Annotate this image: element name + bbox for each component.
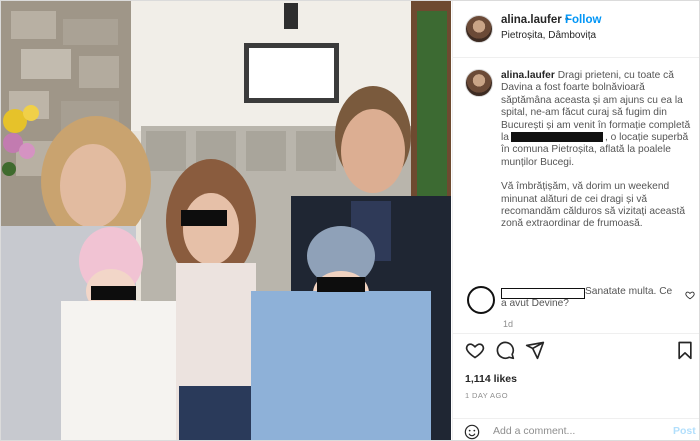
- post-actions: [453, 333, 699, 368]
- comment-icon[interactable]: [495, 340, 515, 360]
- instagram-post: alina.laufer • Follow Pietroșita, Dâmbov…: [0, 0, 700, 441]
- caption-paragraph-2: Vă îmbrățișăm, vă dorim un weekend minun…: [501, 181, 686, 230]
- caption-text: alina.laufer Dragi prieteni, cu toate că …: [501, 70, 693, 231]
- post-photo[interactable]: [1, 1, 451, 440]
- location-link[interactable]: Pietroșita, Dâmbovița: [501, 30, 596, 41]
- post-caption: alina.laufer Dragi prieteni, cu toate că …: [453, 63, 699, 329]
- post-time: 1 DAY AGO: [465, 391, 508, 400]
- author-avatar[interactable]: [465, 15, 493, 43]
- commenter-avatar[interactable]: [467, 286, 495, 314]
- follow-button[interactable]: Follow: [565, 14, 601, 26]
- share-icon[interactable]: [525, 340, 545, 360]
- add-comment-input[interactable]: [493, 422, 643, 440]
- caption-username[interactable]: alina.laufer: [501, 70, 555, 81]
- post-comment-button[interactable]: Post: [673, 425, 696, 437]
- author-username-text[interactable]: alina.laufer: [501, 14, 562, 26]
- comment-text-line2: a avut Devine?: [501, 298, 569, 309]
- heart-icon[interactable]: [465, 340, 485, 360]
- comment-like-heart-icon[interactable]: [685, 290, 695, 300]
- likes-count[interactable]: 1,114 likes: [465, 373, 517, 385]
- emoji-icon[interactable]: [464, 424, 480, 440]
- add-comment-bar: Post: [453, 418, 699, 440]
- comment-text-line1: Sanatate multa. Ce: [585, 286, 673, 297]
- bookmark-icon[interactable]: [675, 340, 695, 360]
- comment-item: Sanatate multa. Ce a avut Devine?: [453, 281, 699, 321]
- author-username[interactable]: alina.laufer •: [501, 14, 569, 26]
- post-header: alina.laufer • Follow Pietroșita, Dâmbov…: [453, 1, 699, 58]
- caption-avatar[interactable]: [465, 69, 493, 97]
- family-photo-illustration: [1, 1, 451, 440]
- redacted-location-bar: [510, 132, 603, 143]
- post-side-panel: alina.laufer • Follow Pietroșita, Dâmbov…: [452, 1, 699, 440]
